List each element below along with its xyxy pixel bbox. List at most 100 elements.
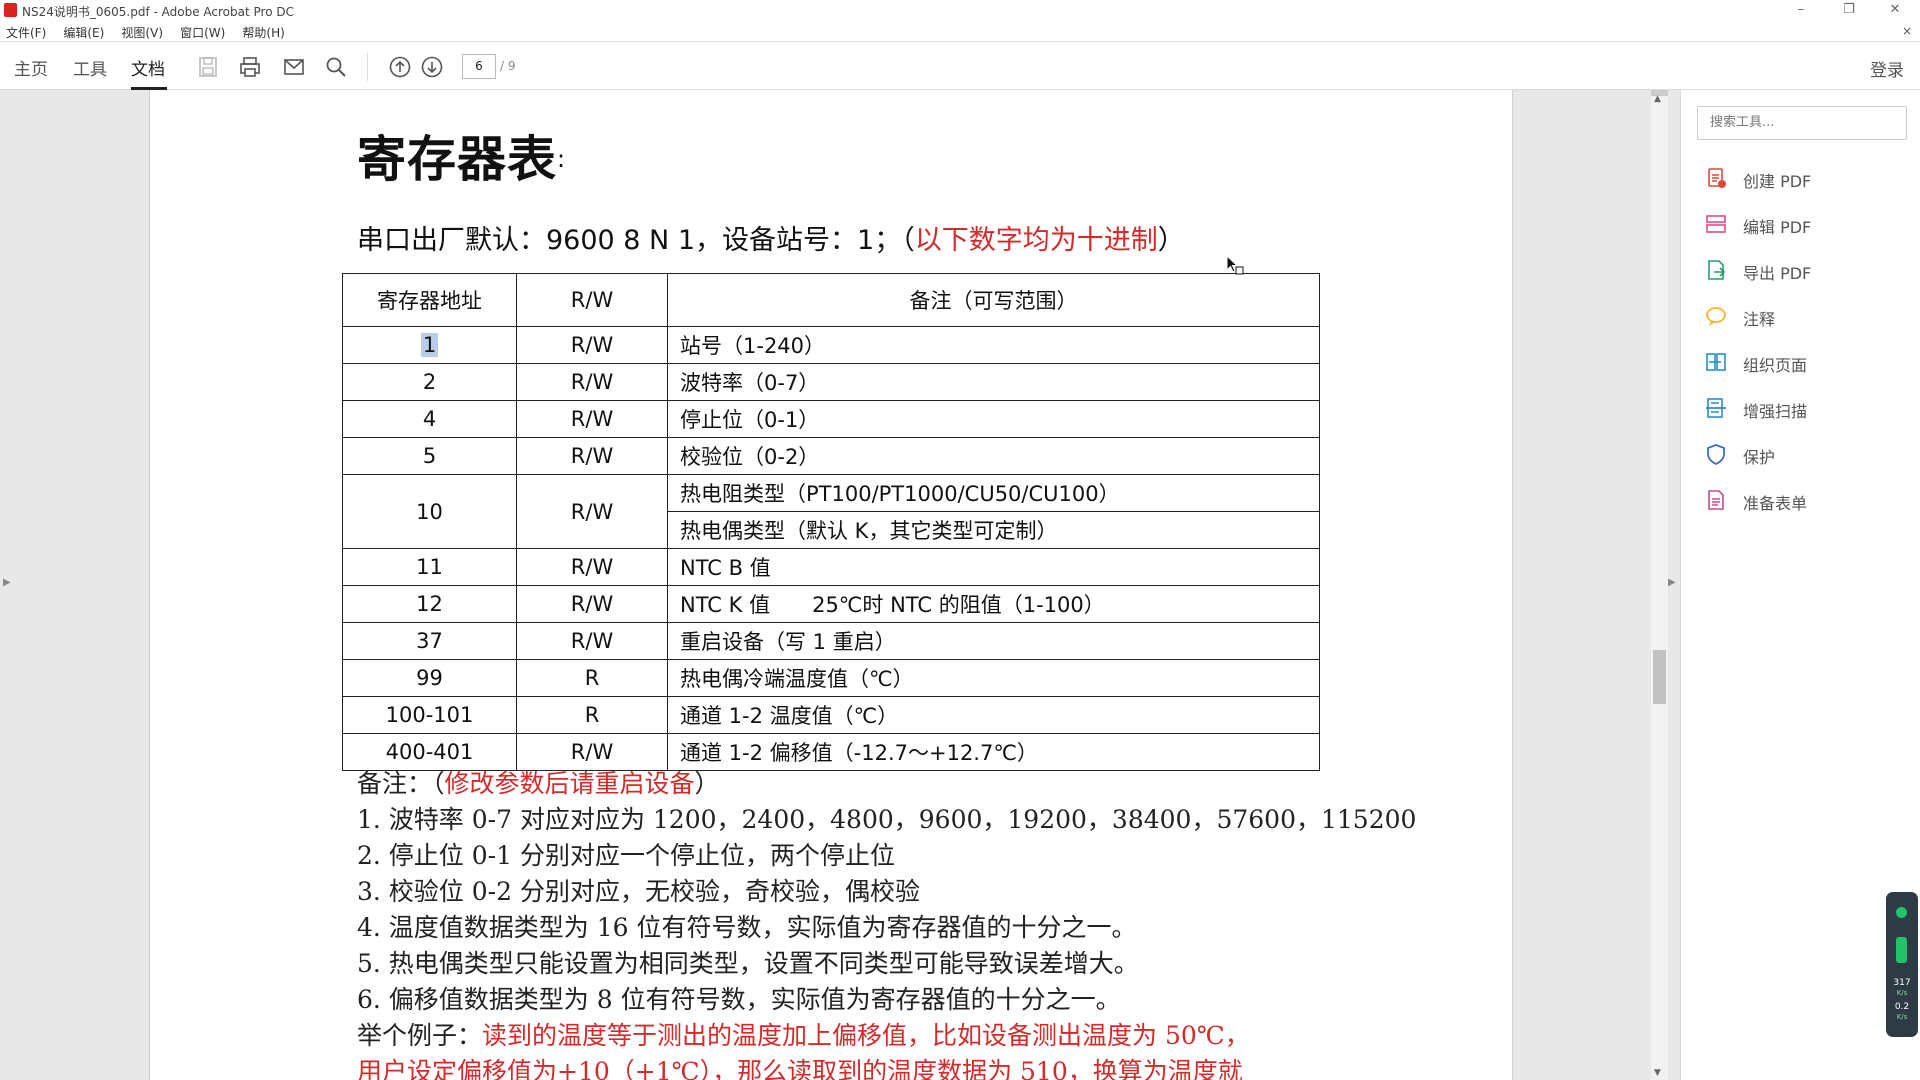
menu-window[interactable]: 窗口(W) <box>174 22 231 43</box>
menu-view[interactable]: 视图(V) <box>115 22 169 43</box>
example-line: 举个例子：读到的温度等于测出的温度加上偏移值，比如设备测出温度为 50℃， <box>357 1018 1416 1054</box>
scroll-down-icon[interactable]: ▼ <box>1654 1068 1661 1078</box>
table-row: 400-401 R/W 通道 1-2 偏移值（-12.7～+12.7℃） <box>342 733 1320 771</box>
page-number-input[interactable]: 6 <box>462 54 496 79</box>
scrollbar-thumb[interactable] <box>1653 650 1666 704</box>
mouse-cursor-icon <box>1226 254 1244 281</box>
left-panel-toggle-icon[interactable]: ▶ <box>3 577 11 588</box>
cell-remark: 重启设备（写 1 重启） <box>667 622 1320 660</box>
organize-pages-icon <box>1706 353 1726 371</box>
tool-protect[interactable]: 保护 <box>1705 440 1905 468</box>
enhance-scan-icon <box>1706 398 1726 418</box>
table-row: 2 R/W 波特率（0-7） <box>342 363 1320 401</box>
cell-rw: R/W <box>516 733 668 771</box>
cell-rw: R <box>516 659 668 697</box>
tool-label: 创建 PDF <box>1743 172 1812 191</box>
cell-rw: R/W <box>516 437 668 475</box>
tool-export-pdf[interactable]: 导出 PDF <box>1705 256 1905 284</box>
upload-speed: 0.2 <box>1894 1002 1910 1012</box>
restore-button[interactable]: ❐ <box>1834 2 1864 17</box>
table-row: 37 R/W 重启设备（写 1 重启） <box>342 622 1320 660</box>
minimize-button[interactable]: – <box>1786 2 1816 17</box>
edit-pdf-icon <box>1706 215 1726 233</box>
toolbar-separator <box>367 53 368 81</box>
note-item: 4. 温度值数据类型为 16 位有符号数，实际值为寄存器值的十分之一。 <box>357 913 1137 942</box>
login-button[interactable]: 登录 <box>1870 56 1904 81</box>
serial-default-line: 串口出厂默认：9600 8 N 1，设备站号：1；（以下数字均为十进制） <box>357 218 1185 257</box>
cell-rw: R/W <box>516 326 668 364</box>
serial-default-text: 串口出厂默认：9600 8 N 1，设备站号：1；（ <box>357 225 915 256</box>
cell-address: 37 <box>342 622 517 660</box>
document-viewport[interactable]: 寄存器表 : 串口出厂默认：9600 8 N 1，设备站号：1；（以下数字均为十… <box>0 90 1680 1080</box>
remarks-label: 备注：（ <box>357 769 445 798</box>
close-document-button[interactable]: × <box>1902 24 1912 38</box>
tab-document[interactable]: 文档 <box>131 55 165 80</box>
tools-search-input[interactable]: 搜索工具... <box>1697 106 1907 140</box>
previous-page-icon[interactable] <box>388 55 412 79</box>
cell-remark: 热电偶冷端温度值（℃） <box>667 659 1320 697</box>
cell-address: 2 <box>342 363 517 401</box>
table-row: 100-101 R 通道 1-2 温度值（℃） <box>342 696 1320 734</box>
cell-remark: 热电阻类型（PT100/PT1000/CU50/CU100） <box>667 474 1320 512</box>
tool-edit-pdf[interactable]: 编辑 PDF <box>1705 210 1905 238</box>
register-table: 寄存器地址 R/W 备注（可写范围） 1 R/W 站号（1-240） 2 R/W… <box>342 273 1320 771</box>
vertical-scrollbar[interactable]: ▲ ▼ <box>1651 90 1668 1080</box>
notes-section: 备注：（修改参数后请重启设备） 1. 波特率 0-7 对应对应为 1200，24… <box>357 766 1416 1080</box>
cell-address: 1 <box>342 326 517 364</box>
search-icon[interactable] <box>324 55 348 79</box>
example-text: 读到的温度等于测出的温度加上偏移值，比如设备测出温度为 50℃， <box>482 1021 1250 1050</box>
usage-bar-icon <box>1896 937 1907 963</box>
note-item: 2. 停止位 0-1 分别对应一个停止位，两个停止位 <box>357 841 895 870</box>
cell-remark: 停止位（0-1） <box>667 400 1320 438</box>
status-dot-icon <box>1896 907 1907 918</box>
cell-remark: NTC K 值 25℃时 NTC 的阻值（1-100） <box>667 585 1320 623</box>
tab-home[interactable]: 主页 <box>14 55 48 80</box>
menu-file[interactable]: 文件(F) <box>0 22 52 43</box>
menu-help[interactable]: 帮助(H) <box>236 22 290 43</box>
cell-address: 11 <box>342 548 517 586</box>
table-header-row: 寄存器地址 R/W 备注（可写范围） <box>342 273 1320 327</box>
cell-address: 12 <box>342 585 517 623</box>
header-remark: 备注（可写范围） <box>667 273 1320 327</box>
tab-tools[interactable]: 工具 <box>73 55 107 80</box>
menu-edit[interactable]: 编辑(E) <box>57 22 110 43</box>
header-rw: R/W <box>516 273 668 327</box>
selected-text[interactable]: 1 <box>420 333 439 357</box>
save-icon[interactable] <box>196 55 220 79</box>
cell-address: 10 <box>342 474 517 549</box>
cell-address: 100-101 <box>342 696 517 734</box>
close-window-button[interactable]: ✕ <box>1880 2 1910 17</box>
table-row: 5 R/W 校验位（0-2） <box>342 437 1320 475</box>
note-item: 5. 热电偶类型只能设置为相同类型，设置不同类型可能导致误差增大。 <box>357 949 1139 978</box>
cell-rw: R/W <box>516 585 668 623</box>
email-icon[interactable] <box>282 55 306 79</box>
create-pdf-icon <box>1708 168 1726 188</box>
scroll-up-icon[interactable]: ▲ <box>1654 94 1661 104</box>
cell-remark: 通道 1-2 温度值（℃） <box>667 696 1320 734</box>
tool-prepare-form[interactable]: 准备表单 <box>1705 486 1905 514</box>
right-panel-toggle-icon[interactable]: ▶ <box>1668 577 1676 588</box>
tool-create-pdf[interactable]: 创建 PDF <box>1705 164 1905 192</box>
tool-enhance-scan[interactable]: 增强扫描 <box>1705 394 1905 422</box>
cell-remark: NTC B 值 <box>667 548 1320 586</box>
cell-remark: 通道 1-2 偏移值（-12.7～+12.7℃） <box>667 733 1320 771</box>
table-row: 12 R/W NTC K 值 25℃时 NTC 的阻值（1-100） <box>342 585 1320 623</box>
tool-organize-pages[interactable]: 组织页面 <box>1705 348 1905 376</box>
menu-bar: 文件(F) 编辑(E) 视图(V) 窗口(W) 帮助(H) × <box>0 22 1920 42</box>
example-text-continued: 用户设定偏移值为+10（+1℃），那么读取到的温度数据为 510，换算为温度就 <box>357 1057 1243 1080</box>
tool-comment[interactable]: 注释 <box>1705 302 1905 330</box>
cell-address: 4 <box>342 400 517 438</box>
tool-label: 注释 <box>1743 310 1776 329</box>
window-title-bar: NS24说明书_0605.pdf - Adobe Acrobat Pro DC … <box>0 0 1920 22</box>
note-item: 3. 校验位 0-2 分别对应，无校验，奇校验，偶校验 <box>357 877 920 906</box>
cell-remark: 站号（1-240） <box>667 326 1320 364</box>
note-item: 1. 波特率 0-7 对应对应为 1200，2400，4800，9600，192… <box>357 805 1417 834</box>
toolbar: 主页 工具 文档 6 / 9 登录 <box>0 43 1920 90</box>
page-heading-colon: : <box>557 145 566 173</box>
next-page-icon[interactable] <box>420 55 444 79</box>
network-speed-widget[interactable]: 317 K/s 0.2 K/s <box>1886 892 1918 1037</box>
remarks-warning: 修改参数后请重启设备 <box>444 769 695 798</box>
download-unit: K/s <box>1896 989 1908 997</box>
print-icon[interactable] <box>238 55 262 79</box>
cell-rw: R/W <box>516 474 668 549</box>
